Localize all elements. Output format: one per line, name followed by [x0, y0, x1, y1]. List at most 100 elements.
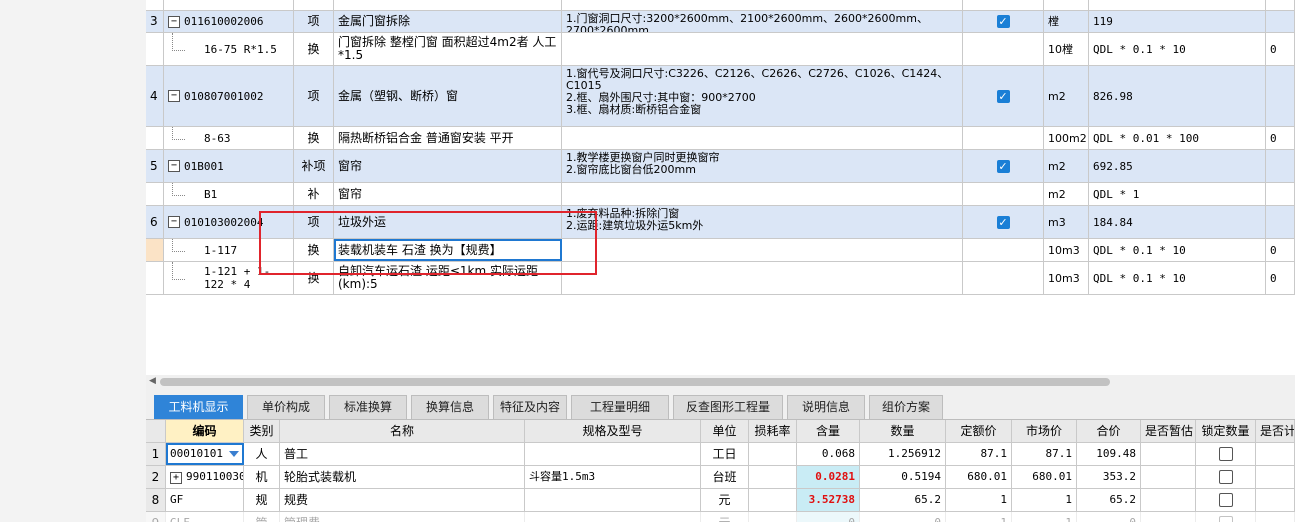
- tab-2[interactable]: 单价构成: [247, 395, 325, 419]
- resource-qty[interactable]: 0: [860, 512, 946, 522]
- resource-row[interactable]: 1 00010101 人 普工 工日 0.068 1.256912 87.1 87.1 109.4…: [146, 443, 1295, 466]
- resource-market[interactable]: 87.1: [1012, 443, 1077, 465]
- resource-loss[interactable]: [749, 443, 797, 465]
- resource-qty[interactable]: 1.256912: [860, 443, 946, 465]
- lock-qty-cell[interactable]: [1196, 489, 1256, 511]
- quantity-cell[interactable]: 184.84: [1089, 206, 1266, 238]
- quantity-cell[interactable]: QDL * 0.01 * 100: [1089, 127, 1266, 149]
- resource-qty[interactable]: 65.2: [860, 489, 946, 511]
- grid-header-cell[interactable]: 类别: [244, 420, 280, 442]
- lock-qty-cell[interactable]: [1196, 512, 1256, 522]
- table-row[interactable]: 16-75 R*1.5 换 门窗拆除 整樘门窗 面积超过4m2者 人工*1.5 10樘…: [146, 33, 1295, 66]
- lock-qty-cell[interactable]: [1196, 443, 1256, 465]
- code-cell[interactable]: B1: [164, 183, 294, 205]
- quantity-cell[interactable]: 826.98: [1089, 66, 1266, 126]
- resource-cat[interactable]: 规: [244, 489, 280, 511]
- grid-header-cell[interactable]: 定额价: [946, 420, 1012, 442]
- resource-code[interactable]: 00010101: [166, 443, 244, 465]
- horizontal-scrollbar[interactable]: ◀: [146, 375, 1295, 389]
- resource-loss[interactable]: [749, 489, 797, 511]
- tab-6[interactable]: 工程量明细: [571, 395, 669, 419]
- checkbox-checked-icon[interactable]: ✓: [996, 215, 1010, 229]
- resource-code[interactable]: +990110030: [166, 466, 244, 488]
- table-row[interactable]: 4−010807001002 项金属（塑钢、断桥）窗 1.窗代号及洞口尺寸:C322…: [146, 66, 1295, 127]
- resource-name[interactable]: 规费: [280, 489, 525, 511]
- dropdown-arrow-icon[interactable]: [229, 451, 239, 457]
- tab-9[interactable]: 组价方案: [869, 395, 943, 419]
- table-row[interactable]: 3−011610002006 项金属门窗拆除 1.门窗洞口尺寸:3200*2600m…: [146, 11, 1295, 33]
- resource-spec[interactable]: [525, 489, 701, 511]
- resource-row[interactable]: 9 GLF 管 管理费 元 0 0 1 1 0: [146, 512, 1295, 522]
- item-name[interactable]: 金属（塑钢、断桥）窗: [334, 66, 562, 126]
- check-cell[interactable]: [963, 239, 1044, 261]
- resource-qty[interactable]: 0.5194: [860, 466, 946, 488]
- code-cell[interactable]: −01B001: [164, 150, 294, 182]
- resource-spec[interactable]: 斗容量1.5m3: [525, 466, 701, 488]
- item-features[interactable]: 1.教学楼更换窗户同时更换窗帘 2.窗帘底比窗台低200mm: [562, 150, 963, 182]
- resource-code[interactable]: GF: [166, 489, 244, 511]
- check-cell[interactable]: [963, 183, 1044, 205]
- quantity-cell[interactable]: QDL * 0.1 * 10: [1089, 262, 1266, 294]
- item-features[interactable]: [562, 33, 963, 65]
- resource-cat[interactable]: 人: [244, 443, 280, 465]
- tab-4[interactable]: 换算信息: [411, 395, 489, 419]
- check-cell[interactable]: [963, 262, 1044, 294]
- table-row[interactable]: [146, 0, 1295, 11]
- check-cell[interactable]: [963, 33, 1044, 65]
- collapse-icon[interactable]: −: [168, 90, 180, 102]
- table-row[interactable]: B1 补 窗帘 m2 QDL * 1: [146, 183, 1295, 206]
- item-features[interactable]: [562, 239, 963, 261]
- grid-header-cell[interactable]: 数量: [860, 420, 946, 442]
- resource-spec[interactable]: [525, 512, 701, 522]
- resource-code[interactable]: GLF: [166, 512, 244, 522]
- check-cell[interactable]: ✓: [963, 11, 1044, 32]
- resource-market[interactable]: 1: [1012, 512, 1077, 522]
- resource-quota[interactable]: 1: [946, 489, 1012, 511]
- checkbox-unchecked-icon[interactable]: [1218, 447, 1233, 461]
- grid-header-cell[interactable]: 编码: [166, 420, 244, 442]
- item-features[interactable]: [562, 183, 963, 205]
- code-cell[interactable]: 8-63: [164, 127, 294, 149]
- resource-market[interactable]: 680.01: [1012, 466, 1077, 488]
- resource-unit[interactable]: 元: [701, 512, 749, 522]
- check-cell[interactable]: ✓: [963, 150, 1044, 182]
- item-name[interactable]: 门窗拆除 整樘门窗 面积超过4m2者 人工*1.5: [334, 33, 562, 65]
- resource-total[interactable]: 65.2: [1077, 489, 1141, 511]
- resource-loss[interactable]: [749, 512, 797, 522]
- grid-header-cell[interactable]: 含量: [797, 420, 860, 442]
- grid-header-cell[interactable]: 是否暂估: [1141, 420, 1196, 442]
- grid-header-cell[interactable]: 单位: [701, 420, 749, 442]
- resource-quota[interactable]: 1: [946, 512, 1012, 522]
- item-features[interactable]: 1.废弃料品种:拆除门窗 2.运距:建筑垃圾外运5km外: [562, 206, 963, 238]
- resource-name[interactable]: 轮胎式装载机: [280, 466, 525, 488]
- tab-5[interactable]: 特征及内容: [493, 395, 567, 419]
- item-name[interactable]: 隔热断桥铝合金 普通窗安装 平开: [334, 127, 562, 149]
- item-features[interactable]: 1.门窗洞口尺寸:3200*2600mm、2100*2600mm、2600*26…: [562, 11, 963, 32]
- collapse-icon[interactable]: −: [168, 216, 180, 228]
- item-features[interactable]: [562, 127, 963, 149]
- resource-name[interactable]: 管理费: [280, 512, 525, 522]
- checkbox-checked-icon[interactable]: ✓: [996, 159, 1010, 173]
- grid-header-cell[interactable]: 合价: [1077, 420, 1141, 442]
- resource-content[interactable]: 0.0281: [797, 466, 860, 488]
- resource-quota[interactable]: 87.1: [946, 443, 1012, 465]
- resource-content[interactable]: 3.52738: [797, 489, 860, 511]
- resource-cat[interactable]: 管: [244, 512, 280, 522]
- item-features[interactable]: [562, 262, 963, 294]
- tab-8[interactable]: 说明信息: [787, 395, 865, 419]
- resource-loss[interactable]: [749, 466, 797, 488]
- checkbox-checked-icon[interactable]: ✓: [996, 89, 1010, 103]
- grid-header-cell[interactable]: 规格及型号: [525, 420, 701, 442]
- resource-market[interactable]: 1: [1012, 489, 1077, 511]
- check-cell[interactable]: [963, 127, 1044, 149]
- tab-3[interactable]: 标准换算: [329, 395, 407, 419]
- resource-unit[interactable]: 元: [701, 489, 749, 511]
- checkbox-checked-icon[interactable]: ✓: [996, 15, 1010, 28]
- resource-total[interactable]: 0: [1077, 512, 1141, 522]
- checkbox-unchecked-icon[interactable]: [1218, 493, 1233, 507]
- resource-row[interactable]: 2 +990110030 机轮胎式装载机 斗容量1.5m3 台班 0.0281 0.5194…: [146, 466, 1295, 489]
- grid-header-cell[interactable]: 是否计: [1256, 420, 1295, 442]
- resource-unit[interactable]: 工日: [701, 443, 749, 465]
- table-row[interactable]: 5−01B001 补项 窗帘 1.教学楼更换窗户同时更换窗帘 2.窗帘底比窗台低200…: [146, 150, 1295, 183]
- grid-header-cell[interactable]: 损耗率: [749, 420, 797, 442]
